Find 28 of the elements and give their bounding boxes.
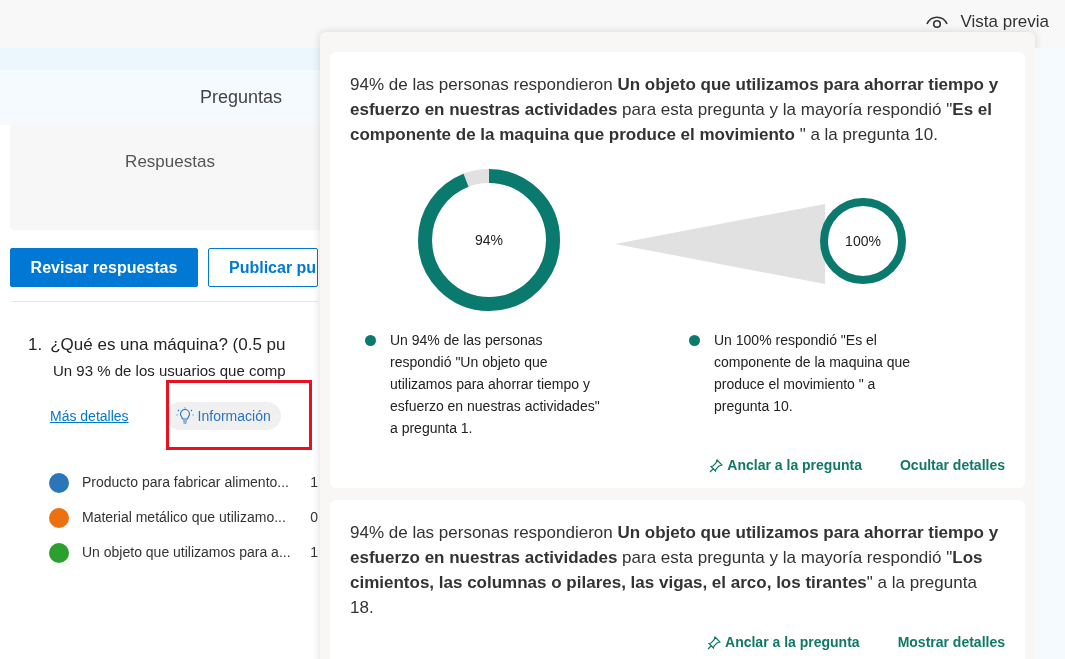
option-count: 1 (310, 473, 318, 492)
pin-link[interactable]: Anclar a la pregunta (709, 455, 862, 476)
lightbulb-icon (175, 407, 194, 425)
pin-link[interactable]: Anclar a la pregunta (707, 632, 860, 653)
ring-percentage: 94% (475, 230, 503, 250)
pin-icon (707, 635, 722, 650)
option-label: Producto para fabricar alimento... (82, 473, 290, 492)
tab[interactable]: Preguntas (200, 84, 283, 111)
question-summary: Un 93 % de los usuarios que comp (52, 360, 286, 381)
details-toggle-link[interactable]: Mostrar detalles (897, 632, 1005, 653)
more-details-link[interactable]: Más detalles (50, 405, 129, 427)
action-button[interactable]: Revisar respuestas (10, 248, 198, 287)
legend-text: Un 100% respondió "Es el componente de la maquina que produce el movimiento " a pregunta 10. (714, 331, 912, 416)
question-title: ¿Qué es una máquina? (0.5 pu (50, 334, 286, 356)
question-number: 1. (28, 334, 43, 356)
option-label: Un objeto que utilizamos para a... (82, 543, 292, 562)
option-count: 1 (310, 543, 318, 562)
ring-percentage: 100% (845, 231, 881, 251)
legend-text: Un 94% de las personas respondió "Un objeto que utilizamos para ahorrar tiempo y esfuerzo en nuestras actividades" a pregunta 1. (390, 331, 601, 438)
summary-label: Respuestas (125, 151, 215, 171)
insight-text: 94% de las personas respondieron Un objeto que utilizamos para ahorrar tiempo y esfuerzo en nuestras actividades para esta pregunta y la mayoría respondió "Es el componente de la maquina que produce el movimiento " a la pregunta 10. (350, 74, 1000, 146)
preview-button[interactable]: Vista previa (926, 9, 1049, 35)
option-label: Material metálico que utilizamo... (82, 508, 287, 527)
option-count: 0 (310, 508, 318, 527)
insight-text: 94% de las personas respondieron Un objeto que utilizamos para ahorrar tiempo y esfuerzo en nuestras actividades para esta pregunta y la mayoría respondió "Los cimientos, las columnas o pilares, las vigas, el arco, los tirantes" a la pregunta 18. (350, 522, 1000, 619)
pin-icon (709, 458, 724, 473)
details-toggle-link[interactable]: Ocultar detalles (899, 455, 1005, 476)
action-button[interactable]: Publicar pu (208, 248, 318, 287)
